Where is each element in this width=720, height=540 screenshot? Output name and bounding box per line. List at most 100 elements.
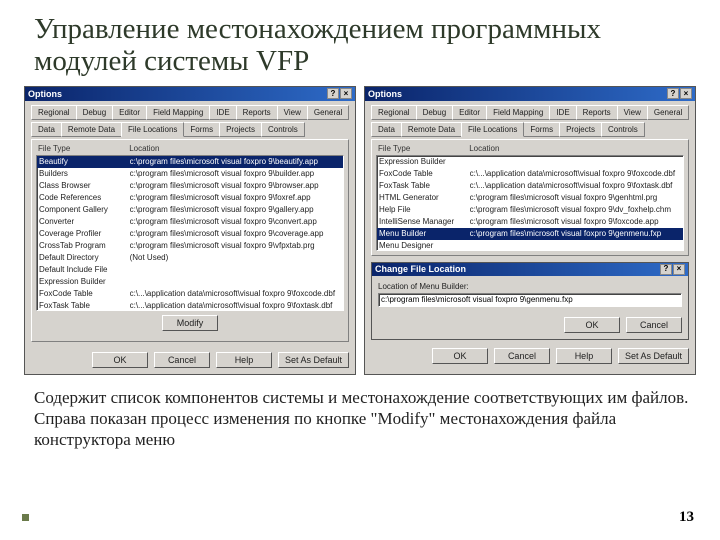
help-icon[interactable]: ?: [667, 88, 679, 99]
list-item[interactable]: Default Directory(Not Used): [37, 252, 343, 264]
tab-controls[interactable]: Controls: [601, 122, 645, 137]
list-item[interactable]: Expression Builder: [377, 156, 683, 168]
list-item[interactable]: Menu Designer: [377, 240, 683, 251]
cell-filetype: FoxTask Table: [39, 300, 130, 311]
list-item[interactable]: FoxCode Tablec:\...\application data\mic…: [377, 168, 683, 180]
tab-remote-data[interactable]: Remote Data: [61, 122, 122, 137]
cell-filetype: FoxCode Table: [39, 288, 130, 300]
tabs-right: RegionalDebugEditorField MappingIDERepor…: [365, 101, 695, 139]
tab-debug[interactable]: Debug: [416, 105, 454, 120]
cancel-button[interactable]: Cancel: [154, 352, 210, 368]
col-header-filetype: File Type: [38, 144, 129, 153]
modify-row: Modify: [36, 311, 344, 337]
cell-location: c:\program files\microsoft visual foxpro…: [470, 204, 681, 216]
cell-location: c:\...\application data\microsoft\visual…: [470, 168, 681, 180]
cell-location: c:\program files\microsoft visual foxpro…: [130, 216, 341, 228]
cell-filetype: FoxCode Table: [379, 168, 470, 180]
close-icon[interactable]: ×: [340, 88, 352, 99]
file-list-right[interactable]: Expression BuilderFoxCode Tablec:\...\ap…: [376, 155, 684, 251]
tab-field-mapping[interactable]: Field Mapping: [486, 105, 550, 120]
list-item[interactable]: FoxCode Tablec:\...\application data\mic…: [37, 288, 343, 300]
tab-regional[interactable]: Regional: [31, 105, 77, 120]
tab-reports[interactable]: Reports: [576, 105, 618, 120]
tabs-left: RegionalDebugEditorField MappingIDERepor…: [25, 101, 355, 139]
tab-controls[interactable]: Controls: [261, 122, 305, 137]
location-label: Location of Menu Builder:: [378, 282, 682, 291]
cell-filetype: Menu Designer: [379, 240, 470, 251]
help-icon[interactable]: ?: [660, 264, 672, 275]
help-icon[interactable]: ?: [327, 88, 339, 99]
help-button[interactable]: Help: [216, 352, 272, 368]
tab-data[interactable]: Data: [371, 122, 402, 137]
set-default-button[interactable]: Set As Default: [278, 352, 349, 368]
list-item[interactable]: Help Filec:\program files\microsoft visu…: [377, 204, 683, 216]
set-default-button[interactable]: Set As Default: [618, 348, 689, 364]
tab-forms[interactable]: Forms: [523, 122, 560, 137]
list-item[interactable]: Expression Builder: [37, 276, 343, 288]
tab-ide[interactable]: IDE: [549, 105, 576, 120]
tab-projects[interactable]: Projects: [559, 122, 602, 137]
list-item[interactable]: CrossTab Programc:\program files\microso…: [37, 240, 343, 252]
list-item[interactable]: Default Include File: [37, 264, 343, 276]
panels-wrap: Options ? × RegionalDebugEditorField Map…: [0, 80, 720, 379]
tab-debug[interactable]: Debug: [76, 105, 114, 120]
list-item[interactable]: Menu Builderc:\program files\microsoft v…: [377, 228, 683, 240]
cell-location: c:\program files\microsoft visual foxpro…: [130, 180, 341, 192]
col-header-location: Location: [469, 144, 682, 153]
modify-button[interactable]: Modify: [162, 315, 218, 331]
window-title: Options: [28, 89, 62, 99]
help-button[interactable]: Help: [556, 348, 612, 364]
col-header-location: Location: [129, 144, 342, 153]
tab-file-locations[interactable]: File Locations: [461, 122, 524, 137]
cell-location: c:\...\application data\microsoft\visual…: [470, 180, 681, 192]
cell-location: [130, 264, 341, 276]
cell-location: c:\program files\microsoft visual foxpro…: [130, 192, 341, 204]
tab-ide[interactable]: IDE: [209, 105, 236, 120]
list-item[interactable]: Coverage Profilerc:\program files\micros…: [37, 228, 343, 240]
close-icon[interactable]: ×: [680, 88, 692, 99]
list-item[interactable]: Code Referencesc:\program files\microsof…: [37, 192, 343, 204]
list-item[interactable]: IntelliSense Managerc:\program files\mic…: [377, 216, 683, 228]
list-item[interactable]: Beautifyc:\program files\microsoft visua…: [37, 156, 343, 168]
cell-filetype: IntelliSense Manager: [379, 216, 470, 228]
tab-editor[interactable]: Editor: [112, 105, 147, 120]
cell-location: c:\...\application data\microsoft\visual…: [130, 300, 341, 311]
location-input[interactable]: [378, 293, 682, 307]
tab-view[interactable]: View: [617, 105, 648, 120]
ok-button[interactable]: OK: [432, 348, 488, 364]
cell-filetype: Expression Builder: [379, 156, 470, 168]
tab-reports[interactable]: Reports: [236, 105, 278, 120]
list-item[interactable]: Component Galleryc:\program files\micros…: [37, 204, 343, 216]
tab-general[interactable]: General: [307, 105, 349, 120]
tab-data[interactable]: Data: [31, 122, 62, 137]
close-icon[interactable]: ×: [673, 264, 685, 275]
sub-cancel-button[interactable]: Cancel: [626, 317, 682, 333]
tab-forms[interactable]: Forms: [183, 122, 220, 137]
tab-general[interactable]: General: [647, 105, 689, 120]
list-item[interactable]: Class Browserc:\program files\microsoft …: [37, 180, 343, 192]
tab-field-mapping[interactable]: Field Mapping: [146, 105, 210, 120]
file-list-left[interactable]: Beautifyc:\program files\microsoft visua…: [36, 155, 344, 311]
list-header: File Type Location: [36, 144, 344, 155]
bullet-icon: [22, 514, 29, 521]
tab-projects[interactable]: Projects: [219, 122, 262, 137]
cell-filetype: Coverage Profiler: [39, 228, 130, 240]
sub-ok-button[interactable]: OK: [564, 317, 620, 333]
list-item[interactable]: Converterc:\program files\microsoft visu…: [37, 216, 343, 228]
tab-file-locations[interactable]: File Locations: [121, 122, 184, 137]
tab-view[interactable]: View: [277, 105, 308, 120]
slide-title: Управление местонахождением программных …: [0, 0, 720, 80]
list-item[interactable]: FoxTask Tablec:\...\application data\mic…: [377, 180, 683, 192]
tab-regional[interactable]: Regional: [371, 105, 417, 120]
tab-editor[interactable]: Editor: [452, 105, 487, 120]
list-item[interactable]: HTML Generatorc:\program files\microsoft…: [377, 192, 683, 204]
cell-location: c:\program files\microsoft visual foxpro…: [130, 240, 341, 252]
cell-location: [470, 240, 681, 251]
tab-remote-data[interactable]: Remote Data: [401, 122, 462, 137]
cancel-button[interactable]: Cancel: [494, 348, 550, 364]
cell-location: c:\program files\microsoft visual foxpro…: [470, 228, 681, 240]
ok-button[interactable]: OK: [92, 352, 148, 368]
list-item[interactable]: Buildersc:\program files\microsoft visua…: [37, 168, 343, 180]
list-item[interactable]: FoxTask Tablec:\...\application data\mic…: [37, 300, 343, 311]
cell-location: c:\program files\microsoft visual foxpro…: [470, 216, 681, 228]
